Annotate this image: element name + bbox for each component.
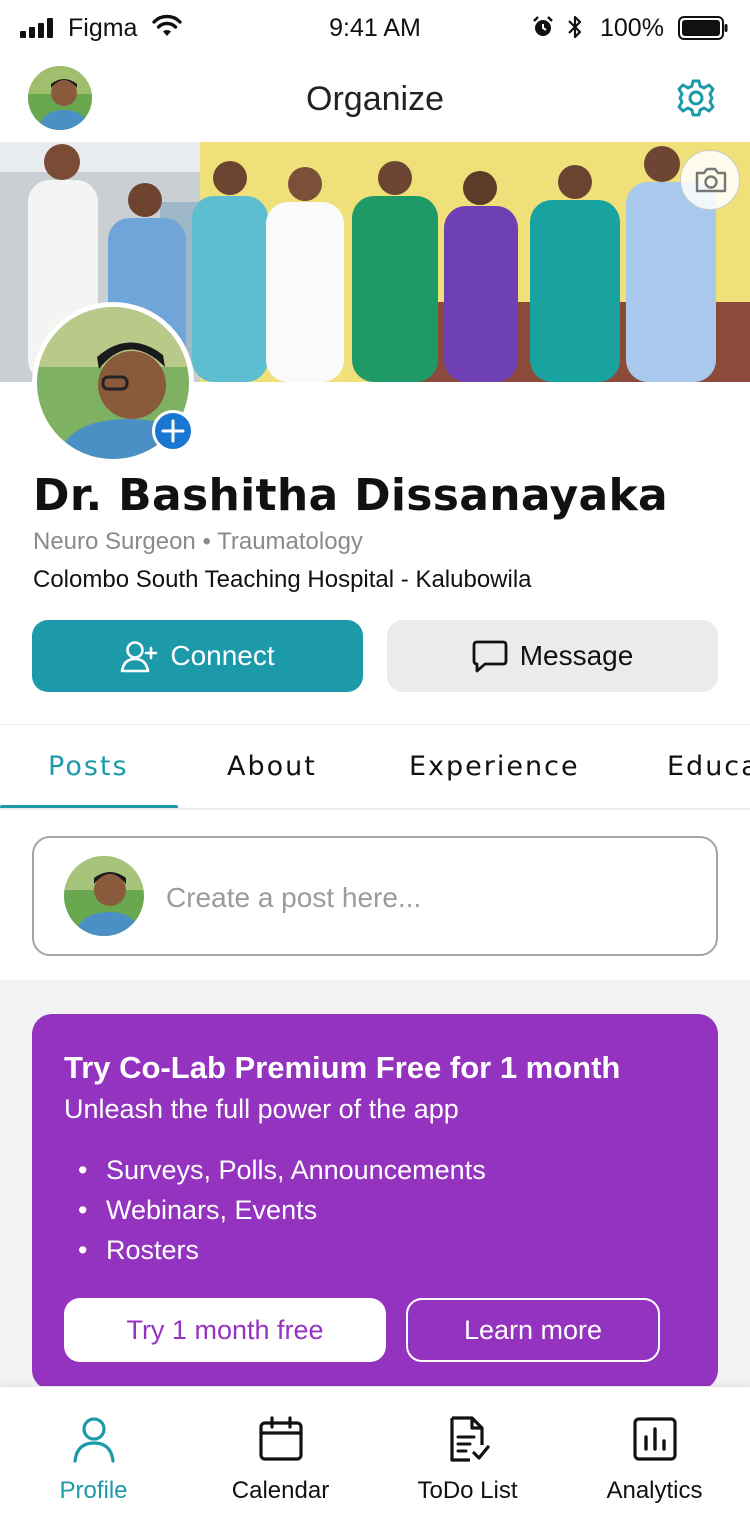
gear-icon[interactable] (676, 78, 716, 118)
message-label: Message (519, 640, 634, 671)
chat-bubble-icon (472, 640, 508, 673)
nav-todo-list[interactable]: ToDo List (374, 1387, 561, 1530)
camera-icon (695, 167, 727, 193)
active-tab-indicator (0, 805, 178, 808)
premium-promo-card: Try Co-Lab Premium Free for 1 month Unle… (32, 1014, 718, 1390)
tab-experience[interactable]: Experience (409, 751, 580, 782)
nav-label: Profile (59, 1477, 128, 1504)
message-button[interactable]: Message (387, 620, 718, 692)
change-cover-button[interactable] (680, 150, 740, 210)
calendar-icon (258, 1416, 303, 1461)
bottom-nav: Profile Calendar ToDo List Analytics (0, 1386, 750, 1530)
connect-label: Connect (170, 640, 275, 671)
nav-calendar[interactable]: Calendar (187, 1387, 374, 1530)
tab-posts[interactable]: Posts (48, 751, 129, 782)
premium-feature-list: Surveys, Polls, Announcements Webinars, … (78, 1150, 486, 1270)
nav-label: Calendar (231, 1477, 330, 1504)
app-bar: Organize (0, 58, 750, 142)
nav-analytics[interactable]: Analytics (561, 1387, 748, 1530)
nav-label: ToDo List (417, 1477, 518, 1504)
battery-percent: 100% (600, 14, 664, 42)
document-check-icon (449, 1416, 490, 1462)
bluetooth-icon (568, 15, 582, 39)
page-title: Organize (306, 80, 444, 118)
list-item: Webinars, Events (78, 1190, 486, 1230)
bar-chart-icon (632, 1417, 677, 1461)
nav-label: Analytics (606, 1477, 703, 1504)
profile-hospital: Colombo South Teaching Hospital - Kalubo… (33, 566, 532, 593)
plus-icon (161, 419, 185, 443)
alarm-icon (533, 16, 553, 36)
status-bar: Figma 9:41 AM 100% (0, 0, 750, 58)
learn-more-button[interactable]: Learn more (406, 1298, 660, 1362)
tab-education[interactable]: Education (667, 751, 750, 782)
avatar (64, 856, 144, 936)
premium-title: Try Co-Lab Premium Free for 1 month (64, 1050, 621, 1085)
battery-icon (678, 16, 728, 40)
list-item: Surveys, Polls, Announcements (78, 1150, 486, 1190)
profile-name: Dr. Bashitha Dissanayaka (33, 470, 669, 521)
list-item: Rosters (78, 1230, 486, 1270)
person-icon (72, 1417, 115, 1463)
nav-profile[interactable]: Profile (0, 1387, 187, 1530)
premium-subtitle: Unleash the full power of the app (64, 1094, 459, 1124)
connect-button[interactable]: Connect (32, 620, 363, 692)
add-photo-button[interactable] (152, 410, 194, 452)
create-post-placeholder: Create a post here... (166, 882, 422, 913)
profile-tabs: Posts About Experience Education (0, 724, 750, 810)
profile-specialty: Neuro Surgeon • Traumatology (33, 528, 363, 555)
add-user-icon (121, 641, 158, 673)
try-free-button[interactable]: Try 1 month free (64, 1298, 386, 1362)
tab-about[interactable]: About (227, 751, 317, 782)
create-post-box[interactable]: Create a post here... (32, 836, 718, 956)
